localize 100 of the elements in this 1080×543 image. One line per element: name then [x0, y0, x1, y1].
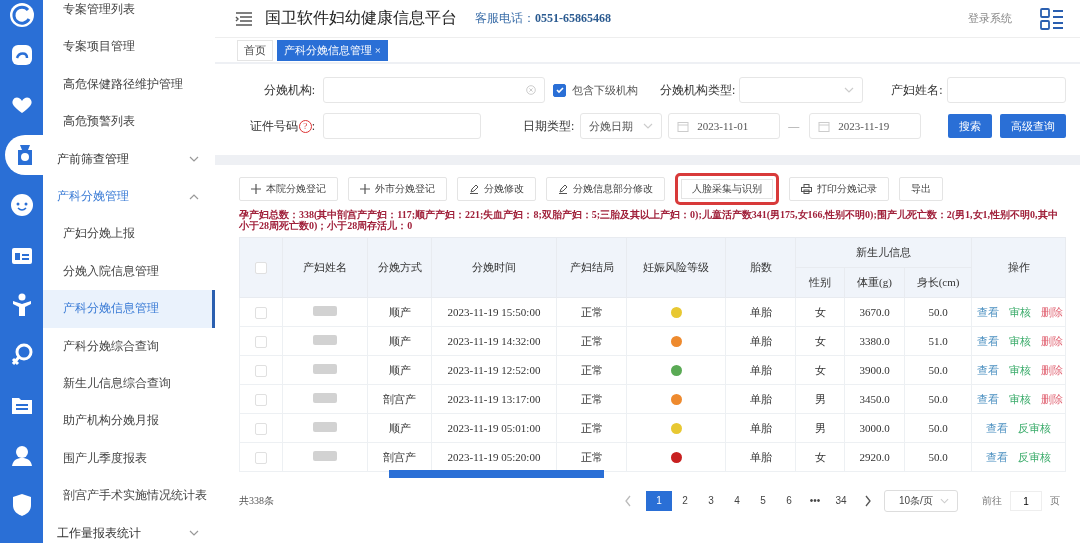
table-cell: 正常 [556, 384, 627, 414]
action-link[interactable]: 查看 [986, 421, 1009, 434]
table-cell: 50.0 [904, 355, 972, 385]
hotline-label: 客服电话： [475, 10, 535, 27]
page-suffix: 页 [1050, 494, 1060, 508]
table-cell: 女 [795, 297, 845, 327]
page-size-select[interactable]: 10条/页 [884, 490, 958, 512]
table-cell: 女 [795, 442, 845, 472]
sidebar-item[interactable]: 高危保健路径维护管理 [43, 65, 215, 104]
action-link[interactable]: 查看 [977, 334, 1000, 347]
search-button[interactable]: 搜索 [948, 114, 992, 138]
next-page-icon[interactable] [864, 495, 872, 507]
login-link[interactable]: 登录系统 [968, 11, 1012, 26]
column-header: 妊娠风险等级 [626, 237, 726, 298]
colon: : [311, 118, 315, 134]
table-cell: 3450.0 [844, 384, 905, 414]
sidebar-item[interactable]: 新生儿信息综合查询 [43, 364, 215, 403]
page-tab[interactable]: 产科分娩信息管理 × [277, 39, 388, 61]
sidebar-item[interactable]: 产科分娩信息管理 [43, 290, 215, 328]
page-input[interactable]: 1 [1010, 491, 1042, 511]
table-cell: 51.0 [904, 326, 972, 356]
toolbar-button[interactable]: 分娩信息部分修改 [546, 177, 665, 201]
table-cell: 50.0 [904, 442, 972, 472]
advanced-query-button[interactable]: 高级查询 [1000, 114, 1066, 138]
sidebar-item[interactable]: 围产儿季度报表 [43, 439, 215, 478]
page-button[interactable]: 6 [776, 491, 802, 511]
table-cell: 单胎 [725, 413, 796, 443]
toolbar-button[interactable]: 人脸采集与识别 [675, 173, 779, 205]
field-label: 日期类型: [523, 117, 575, 135]
scrollbar[interactable] [389, 470, 604, 478]
page-button[interactable]: 1 [646, 491, 672, 511]
total-count: 共338条 [239, 494, 274, 508]
date-field[interactable]: 2023-11-01 [668, 113, 781, 139]
name-field[interactable] [946, 77, 1066, 103]
chevron-down-icon [189, 530, 199, 537]
sidebar-group[interactable]: 工作量报表统计 [43, 514, 215, 543]
table-cell: 单胎 [725, 355, 796, 385]
table-cell: 2023-11-19 05:01:00 [431, 413, 557, 443]
table-cell: 50.0 [904, 413, 972, 443]
page-button[interactable]: 4 [724, 491, 750, 511]
id-field[interactable] [323, 113, 481, 139]
baby-face-icon [9, 193, 34, 217]
column-header: 体重(g) [844, 267, 905, 298]
page-tab[interactable]: 首页 [237, 39, 273, 61]
column-header: 产妇姓名 [282, 237, 368, 298]
toolbar-button[interactable]: 外市分娩登记 [348, 177, 447, 201]
sidebar-item[interactable]: 专案项目管理 [43, 28, 215, 66]
table-cell: 3000.0 [844, 413, 905, 443]
page-button[interactable]: 5 [750, 491, 776, 511]
toolbar-button[interactable]: 分娩修改 [457, 177, 536, 201]
sidebar-item[interactable]: 助产机构分娩月报 [43, 402, 215, 440]
column-header: 胎数 [725, 237, 796, 298]
grid-menu-icon[interactable] [1040, 7, 1064, 30]
page-button[interactable]: ••• [802, 491, 828, 511]
sidebar-item[interactable]: 高危预警列表 [43, 103, 215, 141]
sidebar-group[interactable]: 产前筛查管理 [43, 140, 215, 178]
rail-item[interactable] [4, 135, 45, 175]
shield-icon [11, 493, 32, 517]
person-icon [11, 293, 32, 317]
date-field[interactable]: 2023-11-19 [809, 113, 922, 139]
sidebar-item[interactable]: 产妇分娩上报 [43, 215, 215, 253]
page-button[interactable]: 34 [828, 491, 854, 511]
column-header: 分娩方式 [367, 237, 432, 298]
page-button[interactable]: 2 [672, 491, 698, 511]
action-link[interactable]: 查看 [977, 363, 1000, 376]
blurred-name [313, 305, 337, 317]
column-group-header: 新生儿信息 [795, 237, 972, 268]
sidebar-group[interactable]: 产科分娩管理 [43, 177, 215, 216]
hotline-number: 0551-65865468 [535, 11, 611, 26]
sidebar-item[interactable]: 产科分娩综合查询 [43, 327, 215, 365]
date-type-select[interactable]: 分娩日期 [580, 113, 663, 139]
table-cell: 正常 [556, 355, 627, 385]
action-link[interactable]: 查看 [977, 392, 1000, 405]
field-label: 分娩机构: [262, 81, 315, 99]
blurred-name [313, 363, 337, 375]
action-link[interactable]: 删除 [1041, 305, 1064, 318]
table-cell: 50.0 [904, 297, 972, 327]
table-cell: 正常 [556, 297, 627, 327]
toolbar-button[interactable]: 打印分娩记录 [789, 177, 889, 201]
summary-text: 孕产妇总数：338(其中剖宫产产妇：117;顺产产妇：221;失血产妇：8;双胎产妇：5;三胎及其以上产妇：0);儿童活产数341(男175,女166,性别不明0);围产儿死亡数：2(男1,女1,性别不明0,其中小于28周死亡数0)；小于28周存活儿：0 [239, 209, 1059, 231]
field-label: 产妇姓名: [891, 81, 943, 99]
checkbox[interactable] [553, 83, 566, 97]
action-link[interactable]: 删除 [1041, 392, 1064, 405]
toolbar-button[interactable]: 本院分娩登记 [239, 177, 338, 201]
table-cell: 剖宫产 [367, 384, 432, 414]
id-card-icon [10, 245, 33, 265]
sidebar-item[interactable]: 专案管理列表 [43, 0, 215, 29]
table-cell: 单胎 [725, 297, 796, 327]
sidebar-item[interactable]: 分娩入院信息管理 [43, 252, 215, 291]
table-cell: 单胎 [725, 384, 796, 414]
action-link[interactable]: 查看 [977, 305, 1000, 318]
action-link[interactable]: 删除 [1041, 334, 1064, 347]
menu-icon[interactable] [235, 11, 253, 26]
toolbar-button[interactable]: 导出 [899, 177, 943, 201]
page-button[interactable]: 3 [698, 491, 724, 511]
table-cell: 2023-11-19 14:32:00 [431, 326, 557, 356]
action-link[interactable]: 查看 [986, 450, 1009, 463]
sidebar-item[interactable]: 剖宫产手术实施情况统计表 [43, 477, 215, 515]
table-cell: 2023-11-19 15:50:00 [431, 297, 557, 327]
action-link[interactable]: 删除 [1041, 363, 1064, 376]
